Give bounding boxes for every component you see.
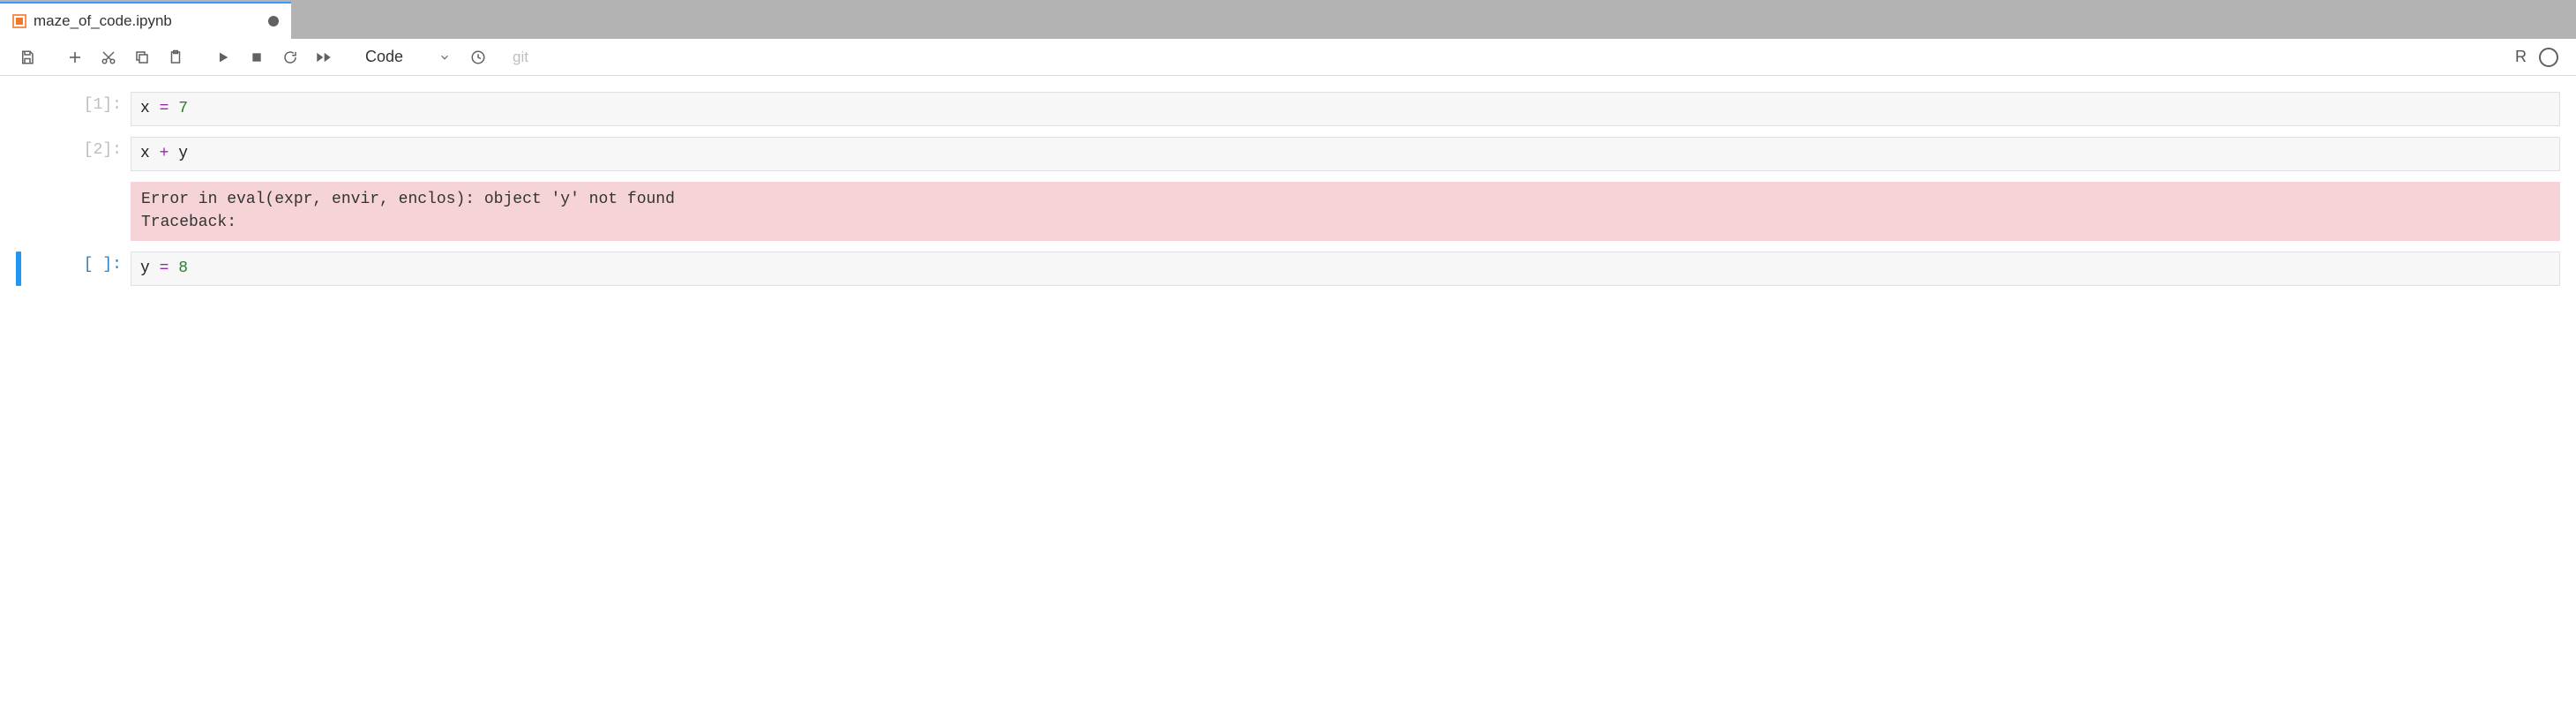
code-cell[interactable]: [2]: x + y xyxy=(16,137,2560,171)
execution-prompt: [ ]: xyxy=(32,252,131,286)
cut-button[interactable] xyxy=(94,42,124,72)
code-input[interactable]: x + y xyxy=(131,137,2560,171)
execution-prompt: [2]: xyxy=(32,137,131,171)
code-token: + xyxy=(160,145,169,162)
cell-gutter xyxy=(16,137,32,171)
code-cell[interactable]: [1]: x = 7 xyxy=(16,92,2560,126)
notebook-toolbar: Code git R xyxy=(0,39,2576,76)
copy-button[interactable] xyxy=(127,42,157,72)
cell-gutter xyxy=(16,92,32,126)
tab-title: maze_of_code.ipynb xyxy=(34,12,258,30)
chevron-down-icon xyxy=(438,51,451,64)
git-label[interactable]: git xyxy=(513,49,528,66)
notebook-tab[interactable]: maze_of_code.ipynb xyxy=(0,2,291,39)
paste-button[interactable] xyxy=(161,42,191,72)
code-token: = xyxy=(160,100,169,117)
code-token: y xyxy=(178,145,188,162)
cell-gutter xyxy=(16,252,32,286)
code-input[interactable]: y = 8 xyxy=(131,252,2560,286)
run-all-button[interactable] xyxy=(309,42,339,72)
command-history-button[interactable] xyxy=(463,42,493,72)
notebook-area: [1]: x = 7 [2]: x + y Error in eval(expr… xyxy=(0,76,2576,312)
cell-type-label: Code xyxy=(365,48,403,66)
code-token: x xyxy=(140,100,150,117)
notebook-file-icon xyxy=(12,14,26,28)
code-token: x xyxy=(140,145,150,162)
kernel-name[interactable]: R xyxy=(2515,48,2527,66)
output-prompt xyxy=(32,182,131,240)
active-cell-marker xyxy=(16,252,21,286)
cell-output-row: Error in eval(expr, envir, enclos): obje… xyxy=(16,182,2560,240)
tab-bar-filler xyxy=(291,0,2576,39)
execution-prompt: [1]: xyxy=(32,92,131,126)
insert-cell-button[interactable] xyxy=(60,42,90,72)
code-token: y xyxy=(140,259,150,277)
code-input[interactable]: x = 7 xyxy=(131,92,2560,126)
tab-bar: maze_of_code.ipynb xyxy=(0,0,2576,39)
cell-type-dropdown[interactable]: Code xyxy=(356,48,460,66)
save-button[interactable] xyxy=(12,42,42,72)
cell-gutter xyxy=(16,182,32,240)
kernel-indicator: R xyxy=(2515,48,2564,67)
error-output: Error in eval(expr, envir, enclos): obje… xyxy=(131,182,2560,240)
code-token: = xyxy=(160,259,169,277)
code-cell[interactable]: [ ]: y = 8 xyxy=(16,252,2560,286)
unsaved-indicator-icon xyxy=(268,16,279,26)
restart-kernel-button[interactable] xyxy=(275,42,305,72)
stop-button[interactable] xyxy=(242,42,272,72)
run-button[interactable] xyxy=(208,42,238,72)
code-token: 8 xyxy=(178,259,188,277)
kernel-status-idle-icon[interactable] xyxy=(2539,48,2558,67)
code-token: 7 xyxy=(178,100,188,117)
